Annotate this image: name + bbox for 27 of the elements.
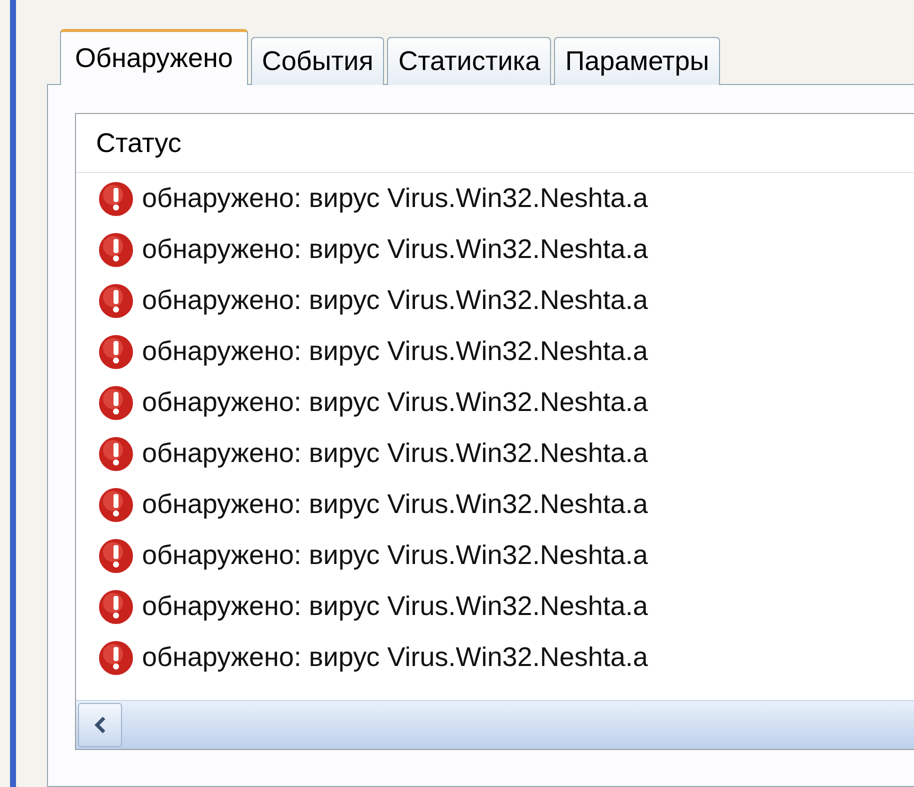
status-text: обнаружено: вирус Virus.Win32.Neshta.a bbox=[142, 234, 648, 265]
warning-icon bbox=[98, 384, 134, 420]
status-text: обнаружено: вирус Virus.Win32.Neshta.a bbox=[142, 540, 648, 571]
horizontal-scrollbar[interactable] bbox=[76, 700, 914, 749]
status-text: обнаружено: вирус Virus.Win32.Neshta.a bbox=[142, 336, 648, 367]
scroll-left-button[interactable] bbox=[78, 703, 122, 747]
status-text: обнаружено: вирус Virus.Win32.Neshta.a bbox=[142, 591, 648, 622]
status-text: обнаружено: вирус Virus.Win32.Neshta.a bbox=[142, 489, 648, 520]
column-header[interactable]: Статус bbox=[96, 128, 182, 158]
warning-icon bbox=[98, 538, 134, 574]
warning-icon bbox=[98, 180, 134, 216]
tab[interactable]: Параметры bbox=[554, 37, 720, 85]
status-text: обнаружено: вирус Virus.Win32.Neshta.a bbox=[142, 438, 648, 469]
warning-icon bbox=[98, 436, 134, 472]
warning-icon bbox=[98, 640, 134, 676]
tab[interactable]: Статистика bbox=[387, 37, 552, 85]
status-text: обнаружено: вирус Virus.Win32.Neshta.a bbox=[142, 642, 648, 673]
warning-icon bbox=[98, 334, 134, 370]
status-text: обнаружено: вирус Virus.Win32.Neshta.a bbox=[142, 285, 648, 316]
status-text: обнаружено: вирус Virus.Win32.Neshta.a bbox=[142, 387, 648, 418]
warning-icon bbox=[98, 486, 134, 522]
status-text: обнаружено: вирус Virus.Win32.Neshta.a bbox=[142, 183, 648, 214]
warning-icon bbox=[98, 232, 134, 268]
warning-icon bbox=[98, 282, 134, 318]
tab[interactable]: Обнаружено bbox=[60, 29, 248, 85]
tab[interactable]: События bbox=[250, 37, 384, 85]
warning-icon bbox=[98, 588, 134, 624]
